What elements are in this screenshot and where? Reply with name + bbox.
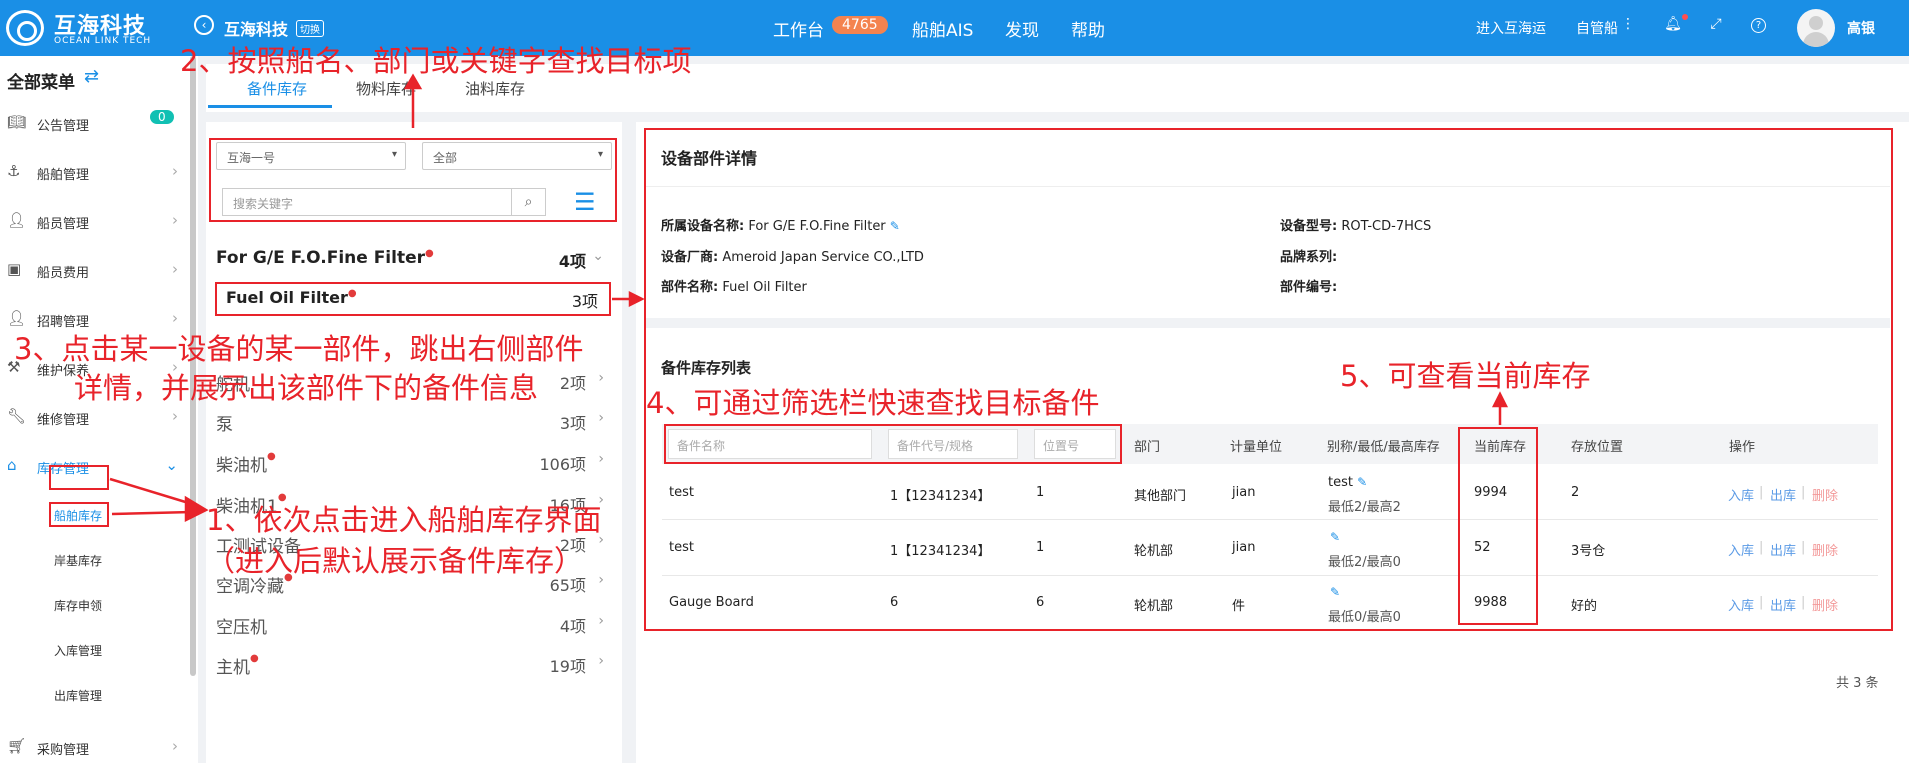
arrow-step1-b <box>111 510 193 516</box>
annotation-step4: 4、可通过筛选栏快速查找目标备件 <box>646 386 1100 420</box>
arrow-part-to-detail-head <box>628 290 645 308</box>
arrow-step1-a <box>109 477 193 506</box>
annotation-step3-line1: 3、点击某一设备的某一部件，跳出右侧部件 <box>14 332 584 366</box>
arrow-step5-head <box>1491 391 1509 408</box>
annotation-step3-line2: 详情，并展示出该部件下的备件信息 <box>74 371 539 405</box>
annotation-step5: 5、可查看当前库存 <box>1340 359 1591 393</box>
annotation-step1-line1: 1、依次点击进入船舶库存界面 <box>206 503 602 537</box>
annotation-step1-line2: （进入后默认展示备件库存） <box>206 544 584 578</box>
annotation-step2: 2、按照船名、部门或关键字查找目标项 <box>180 44 692 78</box>
arrow-step1-head <box>184 495 209 523</box>
